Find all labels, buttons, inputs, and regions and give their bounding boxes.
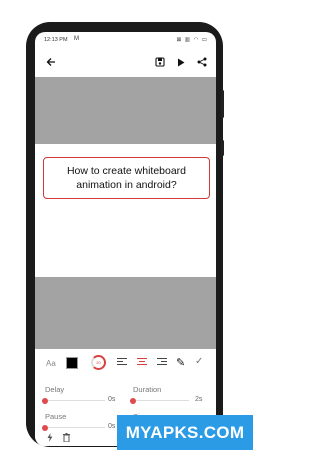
pause-slider-thumb[interactable] bbox=[42, 424, 48, 431]
canvas-backdrop-top bbox=[35, 77, 216, 144]
pencil-icon[interactable]: ✎ bbox=[176, 356, 185, 369]
power-button bbox=[221, 140, 224, 156]
arrow-left-icon[interactable] bbox=[43, 54, 59, 70]
watermark: MYAPKS.COM bbox=[117, 415, 253, 450]
duration-label: Duration bbox=[133, 385, 162, 394]
status-time: 12:13 PM bbox=[44, 37, 68, 43]
pause-slider[interactable] bbox=[42, 424, 105, 431]
gmail-icon: M bbox=[74, 36, 79, 42]
text-toolbar: Aa 20 ✎ ✓ bbox=[35, 352, 216, 374]
delay-label: Delay bbox=[45, 385, 65, 394]
color-swatch[interactable] bbox=[66, 357, 78, 369]
check-icon[interactable]: ✓ bbox=[195, 356, 203, 367]
duration-slider-thumb[interactable] bbox=[130, 397, 136, 404]
align-right-icon[interactable] bbox=[157, 358, 167, 367]
delay-slider[interactable] bbox=[42, 397, 105, 404]
save-icon[interactable] bbox=[152, 54, 168, 70]
delay-value: 0s bbox=[108, 396, 116, 403]
flash-icon[interactable] bbox=[47, 433, 53, 444]
delay-slider-thumb[interactable] bbox=[42, 397, 48, 404]
speed-icon[interactable]: 20 bbox=[91, 355, 106, 370]
duration-slider[interactable] bbox=[130, 397, 189, 404]
align-center-icon[interactable] bbox=[137, 358, 147, 367]
canvas-text-box[interactable]: How to create whiteboard animation in an… bbox=[43, 157, 210, 199]
app-bar bbox=[35, 50, 216, 74]
stage: 12:13 PM M ⊠ ▥ ◠ ▭ How to create whitebo… bbox=[0, 0, 253, 450]
play-icon[interactable] bbox=[173, 54, 189, 70]
align-left-icon[interactable] bbox=[117, 358, 127, 367]
duration-value: 2s bbox=[195, 396, 203, 403]
volume-button bbox=[221, 90, 224, 118]
share-icon[interactable] bbox=[194, 54, 210, 70]
app-screen: 12:13 PM M ⊠ ▥ ◠ ▭ How to create whitebo… bbox=[35, 32, 216, 446]
pause-value: 0s bbox=[108, 423, 116, 430]
pause-label: Pause bbox=[45, 412, 67, 421]
canvas-backdrop-bottom bbox=[35, 277, 216, 349]
status-icons: ⊠ ▥ ◠ ▭ bbox=[176, 37, 208, 43]
font-button[interactable]: Aa bbox=[46, 359, 56, 368]
status-bar: 12:13 PM M ⊠ ▥ ◠ ▭ bbox=[35, 32, 216, 46]
trash-icon[interactable] bbox=[63, 433, 70, 444]
